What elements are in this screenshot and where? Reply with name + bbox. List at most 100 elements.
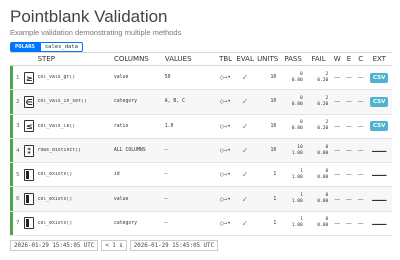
column-exists-icon (24, 168, 35, 181)
step-columns: category (113, 99, 137, 105)
step-values: — (164, 196, 168, 202)
col-header-columns: COLUMNS (113, 55, 149, 63)
end-time: 2026-01-29 15:45:05 UTC (129, 240, 219, 251)
eval-check-icon: ✓ (241, 194, 249, 204)
eval-check-icon: ✓ (241, 121, 249, 131)
col-header-eval: EVAL (236, 55, 254, 63)
table-row: 2 ∈ col_vals_in_set() category A, B, C ○… (10, 90, 392, 115)
pass-value: 8 0.80 (291, 95, 303, 107)
step-values: — (164, 220, 168, 226)
fail-value: 2 0.20 (317, 71, 329, 83)
step-values: — (164, 148, 168, 154)
pass-value: 8 0.80 (291, 71, 303, 83)
table-row: 3 ≤ col_vals_le() ratio 1.0 ○→• ✓ 10 8 0.… (10, 114, 392, 139)
col-header-e: E (346, 55, 352, 63)
ext-empty: — (371, 165, 388, 185)
status-bar (10, 66, 13, 90)
pass-value: 8 0.80 (291, 120, 303, 132)
units-value: 1 (273, 220, 277, 226)
col-header-units: UNITS (257, 55, 279, 63)
critical-indicator: — (357, 74, 364, 82)
critical-indicator: — (357, 147, 364, 155)
error-indicator: — (345, 98, 352, 106)
step-columns: value (113, 75, 129, 81)
column-exists-icon (24, 193, 35, 206)
step-name: col_vals_in_set() (37, 99, 87, 105)
report-subtitle: Example validation demonstrating multipl… (10, 28, 182, 37)
step-name: col_vals_gt() (37, 75, 76, 81)
status-bar (10, 90, 13, 114)
status-bar (10, 138, 13, 163)
step-values: — (164, 172, 168, 178)
table-row: 5 col_exists() id — ○→• ✓ 1 1 1.00 0 0.00 … (10, 163, 392, 188)
fail-value: 0 0.00 (317, 144, 329, 156)
fail-value: 0 0.00 (317, 168, 329, 180)
critical-indicator: — (357, 98, 364, 106)
step-values: A, B, C (164, 99, 185, 105)
col-header-values: VALUES (164, 55, 192, 63)
step-name: col_exists() (37, 220, 73, 226)
csv-export-button[interactable]: CSV (370, 121, 389, 132)
table-row: 4 ⁑ rows_distinct() ALL COLUMNS — ○→• ✓ … (10, 138, 392, 164)
error-indicator: — (345, 74, 352, 82)
column-exists-icon (24, 217, 35, 230)
tbl-preprocess-icon: ○→• (220, 219, 231, 227)
tbl-preprocess-icon: ○→• (220, 122, 231, 130)
error-indicator: — (345, 195, 352, 203)
warning-indicator: — (334, 74, 341, 82)
fail-value: 0 0.00 (317, 193, 329, 205)
status-bar (10, 163, 13, 187)
ext-empty: — (371, 213, 388, 233)
tbl-preprocess-icon: ○→• (220, 195, 231, 203)
fail-value: 0 0.00 (317, 217, 329, 229)
step-name: col_exists() (37, 172, 73, 178)
step-columns: ALL COLUMNS (113, 148, 146, 154)
start-time: 2026-01-29 15:45:05 UTC (10, 240, 99, 251)
csv-export-button[interactable]: CSV (370, 72, 389, 83)
table-row: 7 col_exists() category — ○→• ✓ 1 1 1.00 … (10, 211, 392, 237)
tbl-preprocess-icon: ○→• (220, 147, 231, 155)
critical-indicator: — (357, 219, 364, 227)
col-header-pass: PASS (284, 55, 302, 63)
eval-check-icon: ✓ (241, 146, 249, 156)
col-header-c: C (358, 55, 364, 63)
report-header: Pointblank Validation Example validation… (10, 7, 392, 52)
report-title: Pointblank Validation (10, 7, 168, 26)
step-name: col_vals_le() (37, 123, 76, 129)
step-columns: id (113, 172, 120, 178)
eval-check-icon: ✓ (241, 170, 249, 180)
warning-indicator: — (334, 147, 341, 155)
ext-empty: — (371, 189, 388, 209)
error-indicator: — (345, 219, 352, 227)
table-row: 6 col_exists() value — ○→• ✓ 1 1 1.00 0 0.… (10, 187, 392, 212)
pass-value: 1 1.00 (291, 193, 303, 205)
validation-table: STEP COLUMNS VALUES TBL EVAL UNITS PASS … (10, 52, 392, 237)
table-tags: POLARS sales_data (10, 42, 392, 52)
units-value: 10 (270, 123, 277, 129)
pass-value: 1 1.00 (291, 168, 303, 180)
units-value: 10 (270, 75, 277, 81)
step-name: rows_distinct() (37, 148, 81, 154)
error-indicator: — (345, 171, 352, 179)
warning-indicator: — (334, 219, 341, 227)
warning-indicator: — (334, 98, 341, 106)
fail-value: 2 0.20 (317, 95, 329, 107)
status-bar (10, 187, 13, 211)
error-indicator: — (345, 122, 352, 130)
critical-indicator: — (357, 195, 364, 203)
units-value: 1 (273, 172, 277, 178)
col-header-w: W (333, 55, 341, 63)
table-header-row: STEP COLUMNS VALUES TBL EVAL UNITS PASS … (10, 52, 392, 66)
tbl-type-badge: POLARS (10, 42, 40, 52)
distinct-rows-icon: ⁑ (24, 144, 35, 157)
units-value: 1 (273, 196, 277, 202)
tbl-preprocess-icon: ○→• (220, 74, 231, 82)
critical-indicator: — (357, 122, 364, 130)
csv-export-button[interactable]: CSV (370, 96, 389, 107)
col-header-step: STEP (37, 55, 55, 63)
step-name: col_exists() (37, 196, 73, 202)
less-equal-icon: ≤ (24, 120, 35, 133)
step-values: 50 (164, 75, 171, 81)
units-value: 10 (270, 99, 277, 105)
error-indicator: — (345, 147, 352, 155)
